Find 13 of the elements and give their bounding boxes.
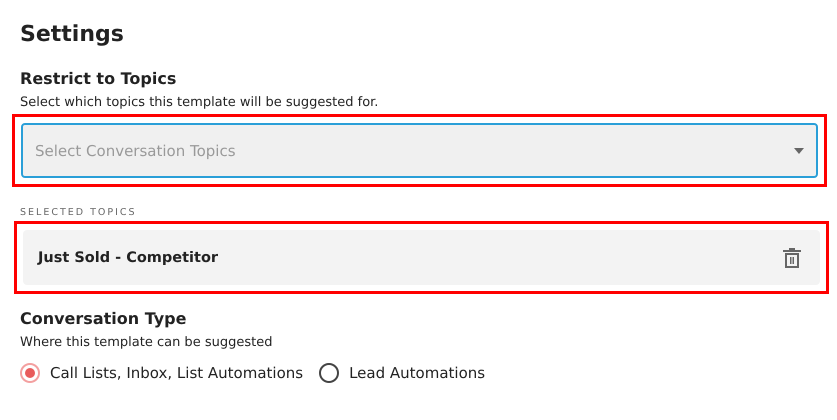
section-heading: Conversation Type	[20, 308, 188, 330]
delete-icon[interactable]	[782, 246, 802, 268]
section-description: Where this template can be suggested	[20, 335, 274, 351]
caret-icon	[794, 148, 804, 154]
section-description: Select which topics this template will be suggested for.	[20, 95, 380, 111]
list-label: SELECTED TOPICS	[20, 207, 138, 219]
radio-option[interactable]: Lead Automations	[319, 363, 486, 383]
radio-option[interactable]: Call Lists, Inbox, List Automations	[20, 363, 304, 383]
page-title: Settings	[20, 21, 125, 49]
radio-button[interactable]	[20, 363, 40, 383]
topic-name: Just Sold - Competitor	[38, 250, 218, 266]
section-heading: Restrict to Topics	[20, 68, 178, 90]
radio-button[interactable]	[319, 363, 340, 383]
